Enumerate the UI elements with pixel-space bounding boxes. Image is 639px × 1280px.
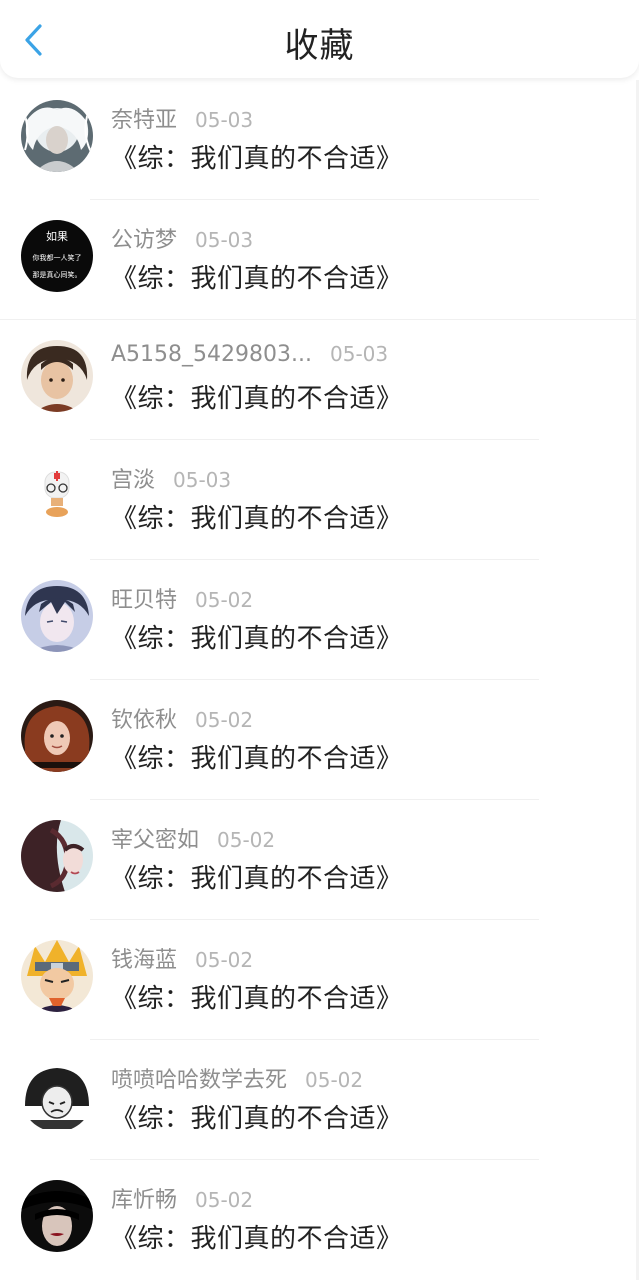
avatar[interactable] [21,580,93,652]
timestamp: 05-02 [217,828,276,852]
timestamp: 05-03 [330,342,389,366]
book-title[interactable]: 《综：我们真的不合适》 [111,378,403,415]
username: 奈特亚 [111,108,178,133]
avatar[interactable] [21,820,93,892]
favorites-list: 奈特亚 05-03 《综：我们真的不合适》 如果 你我都一人笑了 那是真心同笑。… [0,80,639,1280]
timestamp: 05-02 [195,708,254,732]
avatar[interactable] [21,1180,93,1252]
avatar[interactable] [21,700,93,772]
timestamp: 05-03 [195,228,254,252]
book-title[interactable]: 《综：我们真的不合适》 [111,1218,403,1255]
book-title[interactable]: 《综：我们真的不合适》 [111,138,403,175]
top-bar: 收藏 [0,0,639,78]
list-item[interactable]: 奈特亚 05-03 《综：我们真的不合适》 [0,80,639,200]
timestamp: 05-03 [195,108,254,132]
list-item[interactable]: 钦依秋 05-02 《综：我们真的不合适》 [0,680,639,800]
username: 喷喷哈哈数学去死 [111,1068,288,1093]
book-title[interactable]: 《综：我们真的不合适》 [111,618,403,655]
timestamp: 05-02 [305,1068,364,1092]
book-title[interactable]: 《综：我们真的不合适》 [111,498,403,535]
list-item[interactable]: A5158_5429803... 05-03 《综：我们真的不合适》 [0,320,639,440]
timestamp: 05-02 [195,948,254,972]
list-item[interactable]: 如果 你我都一人笑了 那是真心同笑。 公访梦 05-03 《综：我们真的不合适》 [0,200,639,320]
book-title[interactable]: 《综：我们真的不合适》 [111,978,403,1015]
list-item[interactable]: 宰父密如 05-02 《综：我们真的不合适》 [0,800,639,920]
avatar[interactable] [21,340,93,412]
avatar[interactable] [21,100,93,172]
book-title[interactable]: 《综：我们真的不合适》 [111,258,403,295]
list-item[interactable]: 库忻畅 05-02 《综：我们真的不合适》 [0,1160,639,1280]
list-item[interactable]: 宫淡 05-03 《综：我们真的不合适》 [0,440,639,560]
list-item[interactable]: 喷喷哈哈数学去死 05-02 《综：我们真的不合适》 [0,1040,639,1160]
username: 钱海蓝 [111,948,178,973]
username: 钦依秋 [111,708,178,733]
avatar-text: 如果 [46,229,68,243]
username: 宫淡 [111,468,156,493]
avatar[interactable]: 如果 你我都一人笑了 那是真心同笑。 [21,220,93,292]
book-title[interactable]: 《综：我们真的不合适》 [111,1098,403,1135]
username: 旺贝特 [111,588,178,613]
avatar[interactable] [21,460,93,532]
timestamp: 05-02 [195,588,254,612]
username: 公访梦 [111,228,178,253]
avatar-text: 你我都一人笑了 [33,253,82,262]
page-title: 收藏 [284,26,355,66]
list-item[interactable]: 钱海蓝 05-02 《综：我们真的不合适》 [0,920,639,1040]
username: A5158_5429803... [111,342,312,367]
list-item[interactable]: 旺贝特 05-02 《综：我们真的不合适》 [0,560,639,680]
book-title[interactable]: 《综：我们真的不合适》 [111,858,403,895]
username: 宰父密如 [111,828,200,853]
avatar[interactable] [21,940,93,1012]
avatar[interactable] [21,1060,93,1132]
username: 库忻畅 [111,1188,178,1213]
avatar-text: 那是真心同笑。 [33,270,82,279]
timestamp: 05-03 [173,468,232,492]
timestamp: 05-02 [195,1188,254,1212]
book-title[interactable]: 《综：我们真的不合适》 [111,738,403,775]
